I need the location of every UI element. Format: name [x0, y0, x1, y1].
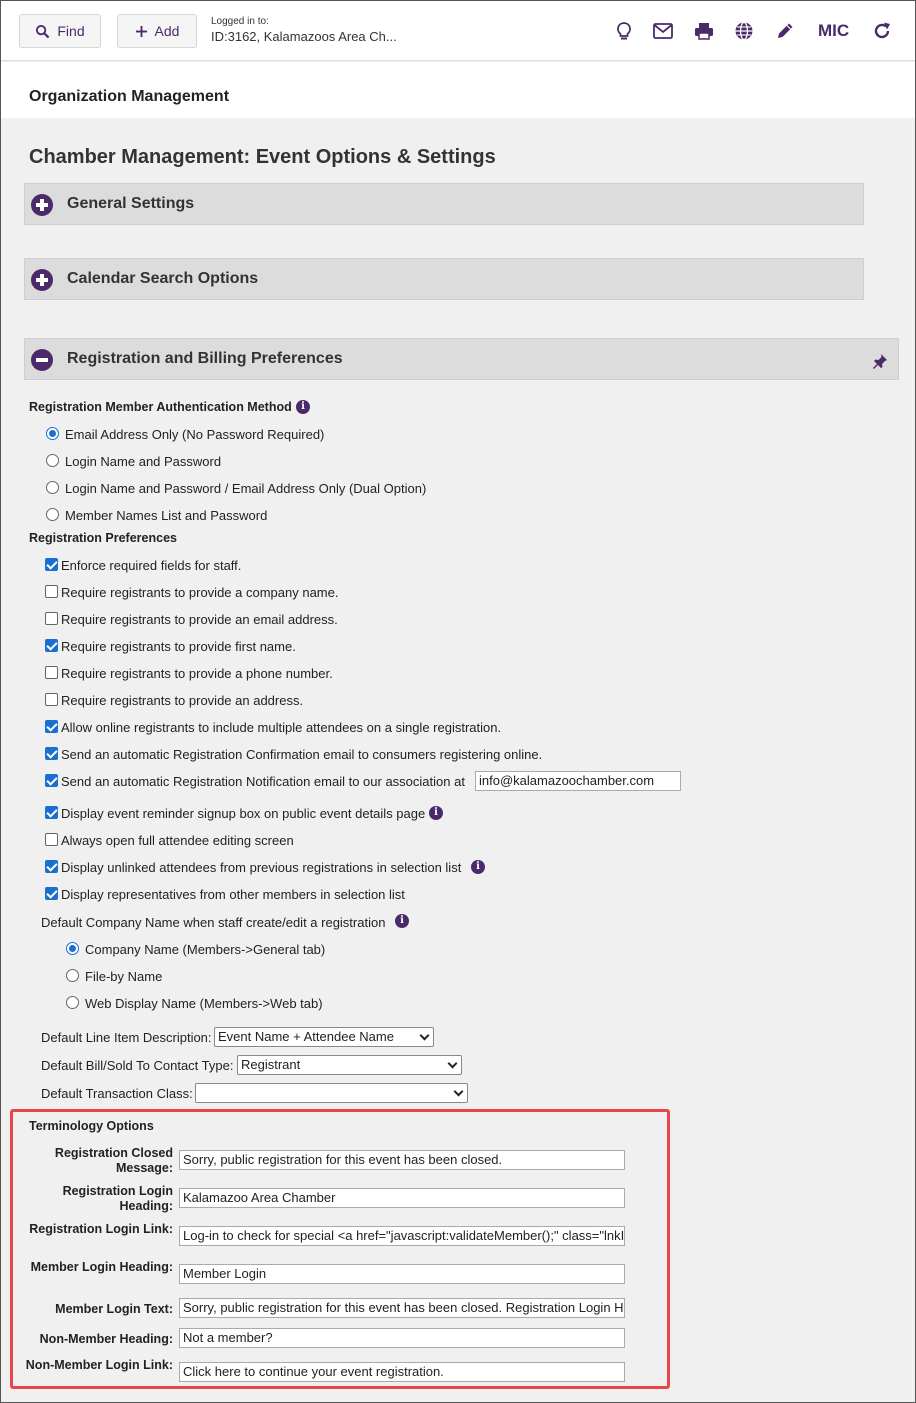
section-general-settings[interactable]: General Settings — [24, 183, 864, 225]
company-radio-file-by[interactable] — [66, 969, 79, 982]
app-window: Find Add Logged in to: ID:3162, Kalamazo… — [0, 0, 916, 1403]
pref-checkbox[interactable] — [45, 774, 58, 787]
auth-radio-login-password[interactable] — [46, 454, 59, 467]
expand-icon[interactable] — [31, 269, 53, 291]
bill-to-value: Registrant — [241, 1057, 301, 1072]
auth-radio-email-only[interactable] — [46, 427, 59, 440]
pref-checkbox[interactable] — [45, 833, 58, 846]
page-title: Chamber Management: Event Options & Sett… — [29, 146, 496, 168]
find-label: Find — [57, 23, 85, 39]
info-icon[interactable]: i — [296, 400, 310, 414]
find-button[interactable]: Find — [19, 14, 101, 48]
company-option-label: File-by Name — [85, 969, 163, 984]
pref-checkbox[interactable] — [45, 585, 58, 598]
auth-radio-dual[interactable] — [46, 481, 59, 494]
login-info: Logged in to: ID:3162, Kalamazoos Area C… — [211, 16, 421, 44]
bill-to-select[interactable]: Registrant — [237, 1055, 462, 1075]
org-bar: Organization Management — [1, 62, 915, 118]
top-toolbar: Find Add Logged in to: ID:3162, Kalamazo… — [1, 1, 915, 61]
logged-in-label: Logged in to: — [211, 16, 269, 27]
bill-to-label: Default Bill/Sold To Contact Type: — [41, 1058, 234, 1073]
chevron-down-icon — [453, 1086, 464, 1097]
company-option-label: Web Display Name (Members->Web tab) — [85, 996, 323, 1011]
pref-checkbox[interactable] — [45, 860, 58, 873]
company-radio-company-name[interactable] — [66, 942, 79, 955]
info-icon[interactable]: i — [471, 860, 485, 874]
transaction-class-select[interactable] — [195, 1083, 468, 1103]
logged-in-org[interactable]: ID:3162, Kalamazoos Area Ch... — [211, 29, 421, 44]
pin-icon[interactable] — [872, 353, 888, 369]
section-calendar-search[interactable]: Calendar Search Options — [24, 258, 864, 300]
search-icon — [36, 24, 50, 38]
auth-option-label: Email Address Only (No Password Required… — [65, 427, 325, 442]
company-option-label: Company Name (Members->General tab) — [85, 942, 326, 957]
info-icon[interactable]: i — [395, 914, 409, 928]
pref-label: Send an automatic Registration Notificat… — [61, 774, 465, 789]
registration-prefs-heading: Registration Preferences — [29, 531, 177, 545]
print-icon[interactable] — [694, 21, 714, 41]
auth-option-label: Login Name and Password — [65, 454, 222, 469]
pref-checkbox[interactable] — [45, 720, 58, 733]
pref-checkbox[interactable] — [45, 887, 58, 900]
pref-label: Require registrants to provide a phone n… — [61, 666, 333, 681]
notification-email-input[interactable]: info@kalamazoochamber.com — [475, 771, 681, 791]
pref-label: Display representatives from other membe… — [61, 887, 405, 902]
chevron-down-icon — [419, 1030, 430, 1041]
pref-label: Require registrants to provide an addres… — [61, 693, 304, 708]
globe-icon[interactable] — [734, 21, 754, 41]
pref-label: Require registrants to provide first nam… — [61, 639, 296, 654]
collapse-icon[interactable] — [31, 349, 53, 371]
add-button[interactable]: Add — [117, 14, 197, 48]
expand-icon[interactable] — [31, 194, 53, 216]
section-label: Calendar Search Options — [67, 270, 259, 287]
pref-label: Display event reminder signup box on pub… — [61, 806, 426, 821]
add-label: Add — [154, 23, 180, 39]
pref-label: Require registrants to provide an email … — [61, 612, 338, 627]
refresh-icon[interactable] — [872, 21, 892, 41]
auth-option-label: Login Name and Password / Email Address … — [65, 481, 427, 496]
pref-label: Always open full attendee editing screen — [61, 833, 294, 848]
pref-checkbox[interactable] — [45, 558, 58, 571]
pref-label: Send an automatic Registration Confirmat… — [61, 747, 543, 762]
pref-label: Require registrants to provide a company… — [61, 585, 339, 600]
transaction-class-label: Default Transaction Class: — [41, 1086, 193, 1101]
chevron-down-icon — [447, 1058, 458, 1069]
pref-checkbox[interactable] — [45, 612, 58, 625]
pref-checkbox[interactable] — [45, 666, 58, 679]
section-label: Registration and Billing Preferences — [67, 350, 343, 367]
pref-checkbox[interactable] — [45, 747, 58, 760]
mail-icon[interactable] — [653, 21, 673, 41]
info-icon[interactable]: i — [429, 806, 443, 820]
plus-icon — [135, 25, 147, 37]
auth-method-heading: Registration Member Authentication Metho… — [29, 400, 292, 414]
auth-option-label: Member Names List and Password — [65, 508, 268, 523]
section-label: General Settings — [67, 195, 195, 212]
company-radio-web-display[interactable] — [66, 996, 79, 1009]
line-item-value: Event Name + Attendee Name — [218, 1029, 394, 1044]
pref-label: Allow online registrants to include mult… — [61, 720, 502, 735]
pref-label: Display unlinked attendees from previous… — [61, 860, 462, 875]
lightbulb-icon[interactable] — [614, 21, 634, 41]
terminology-highlight-box — [10, 1109, 670, 1389]
org-management-title: Organization Management — [29, 88, 230, 105]
pref-checkbox[interactable] — [45, 693, 58, 706]
line-item-select[interactable]: Event Name + Attendee Name — [214, 1027, 434, 1047]
pref-checkbox[interactable] — [45, 639, 58, 652]
line-item-label: Default Line Item Description: — [41, 1030, 212, 1045]
pencil-icon[interactable] — [775, 21, 795, 41]
pref-label: Enforce required fields for staff. — [61, 558, 242, 573]
company-name-heading: Default Company Name when staff create/e… — [41, 915, 386, 930]
pref-checkbox[interactable] — [45, 806, 58, 819]
auth-radio-member-names[interactable] — [46, 508, 59, 521]
user-initials[interactable]: MIC — [818, 21, 849, 41]
section-registration-billing[interactable]: Registration and Billing Preferences — [24, 338, 899, 380]
